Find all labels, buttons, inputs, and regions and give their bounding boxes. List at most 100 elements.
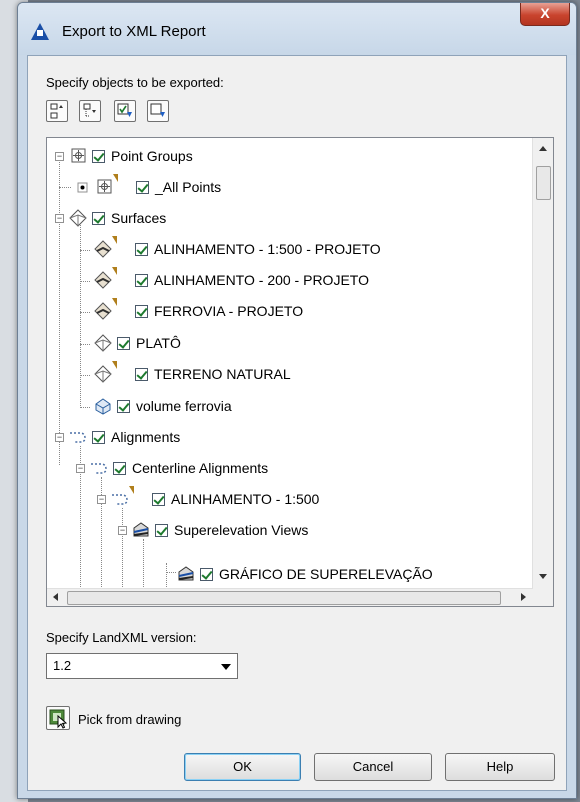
scroll-down-icon[interactable] [539,574,547,579]
clear-all-button[interactable] [147,100,169,122]
collapse-toggle[interactable]: − [97,494,106,504]
checkbox[interactable] [92,211,105,225]
tree-line [80,375,90,376]
scroll-right-icon[interactable] [521,593,526,601]
tree-line [80,281,90,282]
tree-item-surface[interactable]: TERRENO NATURAL [93,359,291,389]
tree-item-label: Superelevation Views [174,522,309,538]
select-all-button[interactable] [114,100,136,122]
collapse-toggle[interactable]: − [55,151,64,161]
checkbox[interactable] [113,461,126,475]
surface-icon [93,361,117,384]
cancel-button[interactable]: Cancel [314,753,432,781]
vertical-scrollbar[interactable] [532,138,553,589]
superelevation-views-icon [131,520,151,540]
tree-item-label: ALINHAMENTO - 1:500 [171,491,320,507]
tree-item-label: ALINHAMENTO - 200 - PROJETO [154,272,369,288]
scrollbar-corner [533,589,553,606]
tree-item-label: FERROVIA - PROJETO [154,303,304,319]
volume-surface-icon [93,396,113,416]
tree-item-label: TERRENO NATURAL [154,366,291,382]
horizontal-scrollbar[interactable] [47,588,533,606]
tree-item-alignments[interactable]: − Alignments [55,422,180,452]
checkbox[interactable] [92,149,105,163]
surface-icon [93,333,113,353]
checkbox[interactable] [117,399,130,413]
tree-item-centerline-alignments[interactable]: − Centerline Alignments [76,453,268,483]
vertical-scroll-thumb[interactable] [536,166,551,200]
scroll-up-icon[interactable] [539,146,547,151]
surface-icon [93,298,117,321]
selected-version: 1.2 [53,658,72,673]
expand-all-icon [50,103,63,119]
ok-button[interactable]: OK [184,753,301,781]
title-bar[interactable]: Export to XML Report X [18,3,576,55]
tree-item-surfaces[interactable]: − Surfaces [55,203,166,233]
checkbox[interactable] [135,367,148,381]
collapse-all-button[interactable] [79,100,101,122]
surface-icon [93,236,117,259]
tree-rows: − Point Groups _All Points − Surfaces AL… [47,138,533,589]
checkbox[interactable] [135,242,148,256]
expand-all-button[interactable] [46,100,68,122]
alignments-icon [68,427,88,447]
tree-line [143,539,144,589]
specify-version-label: Specify LandXML version: [46,630,197,645]
alignment-icon [110,486,134,509]
surfaces-icon [68,208,88,228]
checkbox[interactable] [117,336,130,350]
pick-icon [49,709,68,729]
alignment-icon [89,458,109,478]
tree-line [80,312,90,313]
tree-item-surface[interactable]: PLATÔ [93,328,181,358]
collapse-all-icon [83,103,96,117]
chevron-down-icon [221,664,231,670]
modified-flag-icon [129,486,134,494]
pick-from-drawing-button[interactable] [46,706,70,730]
tree-item-superelevation-views[interactable]: − Superelevation Views [118,515,308,545]
autocad-app-icon [31,23,49,40]
landxml-version-select[interactable]: 1.2 [46,653,238,679]
tree-line [80,250,90,251]
tree-line [59,187,71,188]
help-button[interactable]: Help [445,753,555,781]
tree-item-surface[interactable]: FERROVIA - PROJETO [93,296,303,326]
tree-item-alignment[interactable]: − ALINHAMENTO - 1:500 [97,484,319,514]
tree-item-superelevation-view[interactable]: GRÁFICO DE SUPERELEVAÇÃO [176,559,433,589]
horizontal-scroll-thumb[interactable] [67,591,501,605]
checkbox[interactable] [152,492,165,506]
collapse-toggle[interactable]: − [118,525,127,535]
scroll-left-icon[interactable] [53,593,58,601]
tree-line [80,407,90,408]
dialog-body: Specify objects to be exported: − Point … [27,55,567,791]
close-button[interactable]: X [520,3,570,26]
tree-item-label: Point Groups [111,148,193,164]
checkbox[interactable] [135,304,148,318]
tree-item-label: ALINHAMENTO - 1:500 - PROJETO [154,241,381,257]
object-tree[interactable]: − Point Groups _All Points − Surfaces AL… [46,137,554,607]
collapse-toggle[interactable]: − [76,463,85,473]
tree-line [80,225,81,408]
tree-item-label: Surfaces [111,210,167,226]
tree-item-label: GRÁFICO DE SUPERELEVAÇÃO [219,566,433,582]
tree-item-surface[interactable]: volume ferrovia [93,391,232,421]
checkbox[interactable] [200,567,213,581]
checkbox[interactable] [135,273,148,287]
tree-item-point-groups[interactable]: − Point Groups [55,141,193,171]
checkbox[interactable] [92,430,105,444]
collapse-toggle[interactable]: − [55,213,64,223]
checkbox[interactable] [155,523,168,537]
dot-icon [76,177,90,197]
tree-item-surface[interactable]: ALINHAMENTO - 1:500 - PROJETO [93,234,381,264]
surface-icon [93,267,117,290]
checkbox[interactable] [136,180,149,194]
tree-item-surface[interactable]: ALINHAMENTO - 200 - PROJETO [93,265,369,295]
pick-from-drawing-label: Pick from drawing [78,712,182,727]
point-groups-icon [68,146,88,166]
tree-item-all-points[interactable]: _All Points [76,172,221,202]
collapse-toggle[interactable]: − [55,432,64,442]
tree-line [166,572,176,573]
point-group-icon [94,174,118,197]
tree-line [80,344,90,345]
modified-flag-icon [112,236,117,244]
